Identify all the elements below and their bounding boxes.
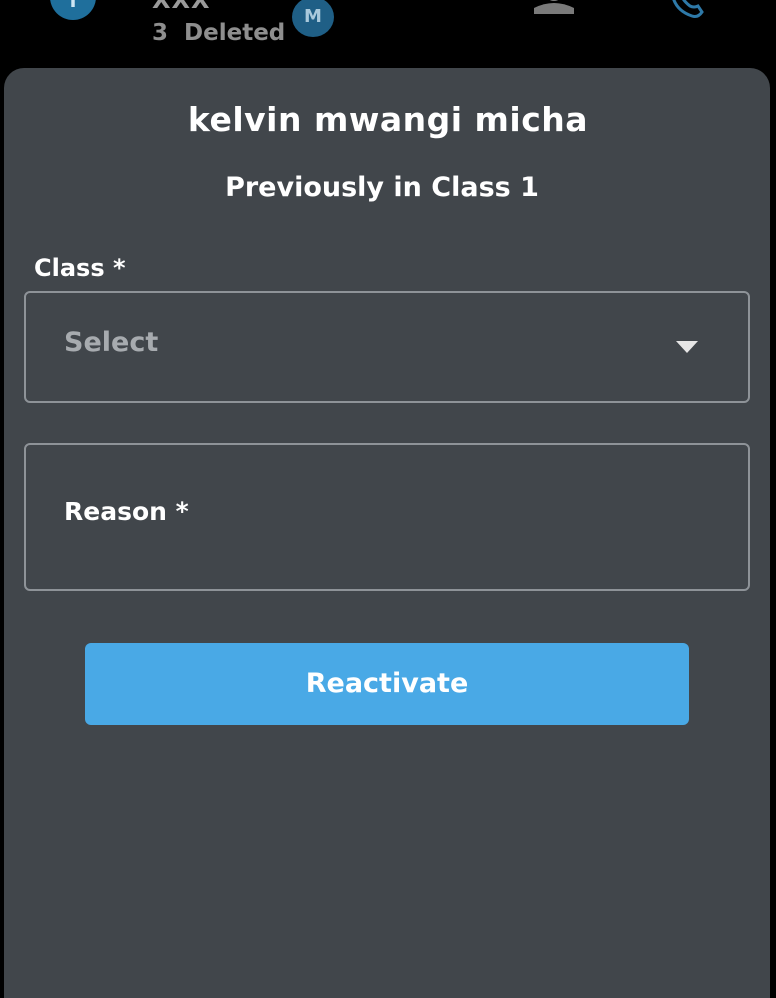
- student-name: XXX: [152, 0, 211, 14]
- student-full-name: kelvin mwangi micha: [187, 100, 589, 139]
- deleted-count: 3: [152, 20, 169, 46]
- avatar: T: [50, 0, 96, 20]
- deleted-label: Deleted: [184, 20, 286, 46]
- chevron-down-icon[interactable]: [676, 341, 698, 353]
- reason-input[interactable]: Reason *: [24, 443, 750, 591]
- deleted-status: 3 Deleted: [152, 20, 285, 46]
- screen: T XXX 3 Deleted M kelvin mwangi micha Pr…: [0, 0, 776, 998]
- phone-icon[interactable]: [668, 0, 712, 20]
- class-select-value: Select: [64, 327, 159, 358]
- person-icon[interactable]: [530, 0, 576, 14]
- background-list-row[interactable]: T XXX 3 Deleted M: [0, 0, 776, 68]
- class-field-label: Class *: [34, 254, 126, 282]
- reactivate-button[interactable]: Reactivate: [85, 643, 689, 725]
- reason-field-label: Reason *: [64, 497, 189, 526]
- class-select[interactable]: Select: [24, 291, 750, 403]
- previous-class-text: Previously in Class 1: [225, 172, 539, 203]
- gender-badge: M: [292, 0, 334, 37]
